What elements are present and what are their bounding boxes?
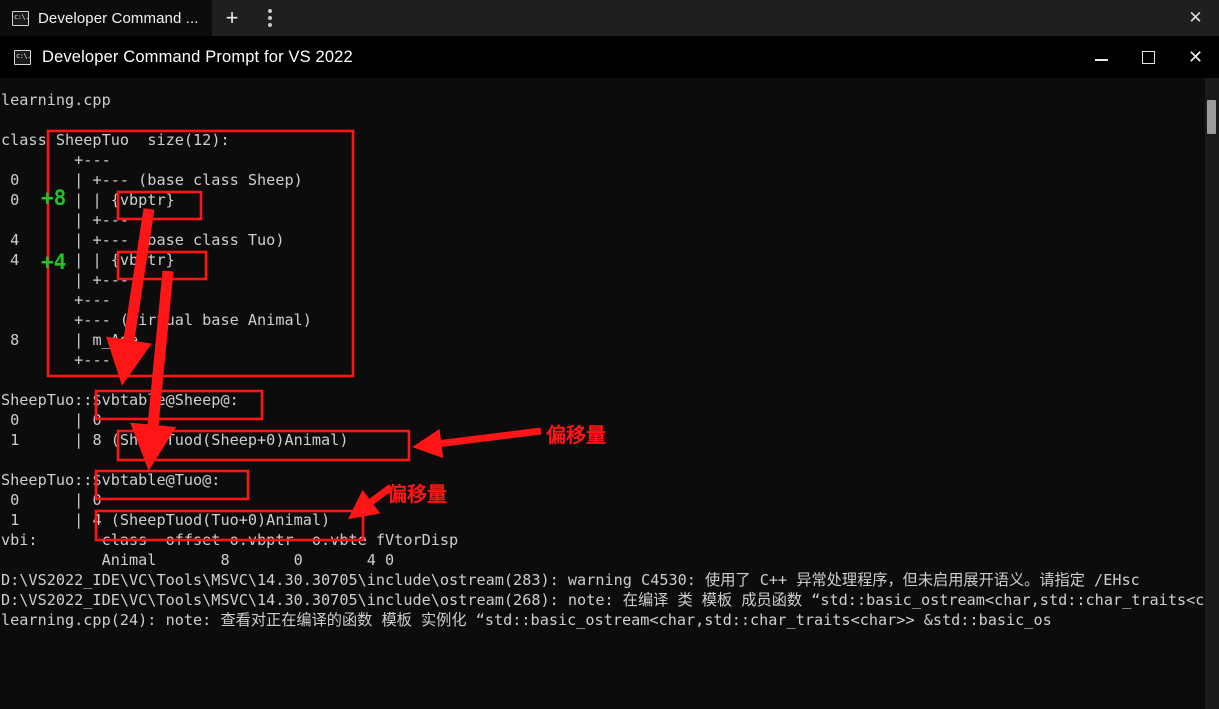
minimize-icon	[1095, 59, 1108, 61]
new-tab-button[interactable]: +	[212, 0, 252, 36]
scrollbar-thumb[interactable]	[1207, 100, 1216, 134]
close-button[interactable]: ✕	[1172, 36, 1219, 78]
maximize-button[interactable]	[1125, 36, 1172, 78]
console-output-area[interactable]: learning.cpp class SheepTuo size(12): +-…	[0, 78, 1219, 709]
kebab-dot-icon	[268, 9, 272, 13]
cmd-icon	[12, 10, 29, 26]
title-bar-left: Developer Command Prompt for VS 2022	[0, 48, 353, 67]
console-text-wrapper: learning.cpp class SheepTuo size(12): +-…	[0, 78, 1219, 709]
kebab-dot-icon	[268, 16, 272, 20]
window-title-bar: Developer Command Prompt for VS 2022 ✕	[0, 36, 1219, 78]
plus-icon: +	[225, 5, 239, 30]
tab-strip: Developer Command ... + ✕	[0, 0, 1219, 36]
window-title: Developer Command Prompt for VS 2022	[42, 47, 353, 66]
kebab-dot-icon	[268, 23, 272, 27]
tabstrip-close-button[interactable]: ✕	[1172, 0, 1219, 36]
tab-strip-spacer	[288, 0, 1172, 36]
tab-label: Developer Command ...	[38, 9, 199, 27]
tab-menu-button[interactable]	[252, 0, 288, 36]
vertical-scrollbar[interactable]	[1205, 78, 1219, 709]
tab-developer-command-prompt[interactable]: Developer Command ...	[0, 0, 212, 36]
cmd-icon	[14, 49, 31, 65]
close-icon: ✕	[1188, 8, 1203, 27]
console-text: learning.cpp class SheepTuo size(12): +-…	[1, 91, 1219, 629]
maximize-icon	[1142, 50, 1155, 64]
minimize-button[interactable]	[1078, 36, 1125, 78]
close-icon: ✕	[1187, 47, 1204, 67]
terminal-window: Developer Command ... + ✕ Developer Comm…	[0, 0, 1219, 709]
